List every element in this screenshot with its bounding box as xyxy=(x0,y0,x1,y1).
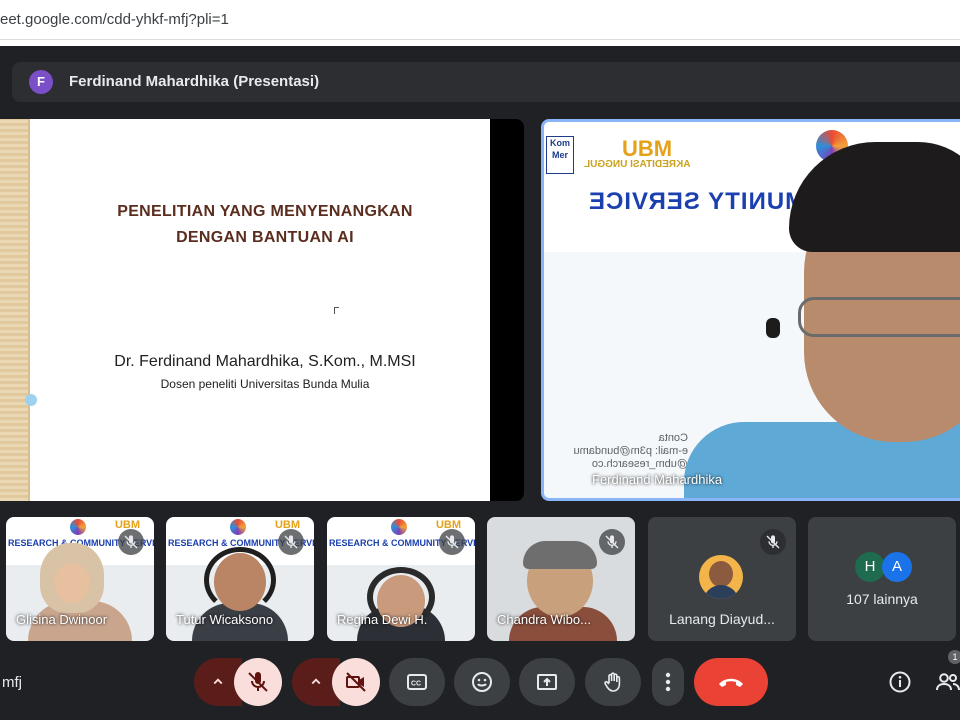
people-icon xyxy=(936,673,960,691)
present-button[interactable] xyxy=(519,658,575,706)
slide-author: Dr. Ferdinand Mahardhika, S.Kom., M.MSI xyxy=(114,353,416,370)
participant-face xyxy=(54,563,90,603)
mic-off-indicator xyxy=(118,529,144,555)
emoji-icon xyxy=(472,672,492,692)
participant-name: Regina Dewi H. xyxy=(337,612,428,627)
more-participants-label: 107 lainnya xyxy=(846,591,918,607)
mic-off-icon xyxy=(445,535,459,549)
participant-tile[interactable]: Chandra Wibo... xyxy=(487,517,635,641)
mic-off-indicator xyxy=(278,529,304,555)
participant-name: Chandra Wibo... xyxy=(497,612,591,627)
slide-affiliation: Dosen peneliti Universitas Bunda Mulia xyxy=(160,377,370,391)
speaker-glasses xyxy=(798,297,960,337)
present-screen-icon xyxy=(537,674,557,690)
participant-tile[interactable]: UBM RESEARCH & COMMUNITY SERVICE Tutur W… xyxy=(166,517,314,641)
browser-address-bar: eet.google.com/cdd-yhkf-mfj?pli=1 xyxy=(0,0,960,44)
people-button[interactable] xyxy=(935,670,960,699)
mic-off-indicator xyxy=(599,529,625,555)
mic-off-icon xyxy=(605,535,619,549)
camera-toggle-button[interactable] xyxy=(332,658,380,706)
raise-hand-button[interactable] xyxy=(585,658,641,706)
hand-icon xyxy=(604,672,621,692)
info-icon xyxy=(889,671,911,693)
participant-face xyxy=(214,553,266,611)
contact-line2: e-mail: p3m@bundamu xyxy=(573,445,689,457)
participant-name: Lanang Diayud... xyxy=(669,611,775,627)
more-vert-icon xyxy=(665,672,671,692)
speaker-video-tile[interactable]: Kom Mer UBM AKREDITASI UNGGUL MUNITY SER… xyxy=(541,119,960,501)
banner-flower-logo xyxy=(70,519,86,535)
videocam-off-icon xyxy=(346,672,366,692)
participant-tile[interactable]: UBM RESEARCH & COMMUNITY SERVICE Glisina… xyxy=(6,517,154,641)
mic-off-icon xyxy=(284,535,298,549)
speaker-name-label: Ferdinand Mahardhika xyxy=(592,472,723,487)
participant-name: Glisina Dwinoor xyxy=(16,612,108,627)
presenter-bar: F Ferdinand Mahardhika (Presentasi) xyxy=(12,62,960,102)
more-participants-tile[interactable]: H A 107 lainnya xyxy=(808,517,956,641)
mic-off-indicator xyxy=(439,529,465,555)
banner-akreditasi: AKREDITASI UNGGUL xyxy=(584,159,691,170)
participant-avatar-h: H xyxy=(855,552,885,582)
avatar-face xyxy=(709,561,733,587)
presentation-stage[interactable]: PENELITIAN YANG MENYENANGKAN DENGAN BANT… xyxy=(0,119,524,501)
leave-call-button[interactable] xyxy=(694,658,768,706)
divider xyxy=(0,40,960,46)
banner-flower-logo xyxy=(391,519,407,535)
svg-text:CC: CC xyxy=(411,681,421,688)
contact-line1: Conta xyxy=(658,432,688,444)
presenter-avatar: F xyxy=(29,70,53,94)
banner-service-text: MUNITY SERVICE xyxy=(588,188,806,215)
call-end-icon xyxy=(719,678,743,687)
slide-title-line2: DENGAN BANTUAN AI xyxy=(176,229,354,246)
banner-flower-logo xyxy=(230,519,246,535)
participant-name: Tutur Wicaksono xyxy=(176,612,274,627)
mic-off-icon xyxy=(124,535,138,549)
people-count-badge: 1 xyxy=(948,650,960,664)
mic-toggle-button[interactable] xyxy=(234,658,282,706)
meeting-controls: mfj CC xyxy=(0,648,960,720)
chevron-up-icon xyxy=(213,678,223,685)
meeting-code: mfj xyxy=(2,674,22,691)
speaker-headset xyxy=(766,318,780,338)
participant-tile[interactable]: UBM RESEARCH & COMMUNITY SERVICE Regina … xyxy=(327,517,475,641)
participant-hair xyxy=(523,541,597,569)
slide-side-texture xyxy=(0,119,30,501)
chevron-up-icon xyxy=(311,678,321,685)
slide-knob-decoration xyxy=(25,394,37,406)
url-field[interactable]: eet.google.com/cdd-yhkf-mfj?pli=1 xyxy=(0,0,960,40)
presenter-name: Ferdinand Mahardhika (Presentasi) xyxy=(69,73,320,90)
slide-title-line1: PENELITIAN YANG MENYENANGKAN xyxy=(117,203,413,220)
meeting-info-button[interactable] xyxy=(888,670,912,699)
reactions-button[interactable] xyxy=(454,658,510,706)
more-options-button[interactable] xyxy=(652,658,684,706)
slide-title: PENELITIAN YANG MENYENANGKAN DENGAN BANT… xyxy=(60,199,470,251)
mic-off-indicator xyxy=(760,529,786,555)
mic-off-icon xyxy=(766,535,780,549)
mic-off-icon xyxy=(248,672,268,692)
banner-kom-logo: Kom Mer xyxy=(546,136,574,174)
mouse-cursor-icon xyxy=(334,307,339,314)
participant-avatar xyxy=(699,555,743,599)
presentation-slide: PENELITIAN YANG MENYENANGKAN DENGAN BANT… xyxy=(0,119,490,501)
avatar-body xyxy=(703,585,739,599)
contact-line3: @ubm_research.co xyxy=(591,458,688,470)
captions-button[interactable]: CC xyxy=(389,658,445,706)
closed-caption-icon: CC xyxy=(407,674,427,690)
participant-tile[interactable]: Lanang Diayud... xyxy=(648,517,796,641)
participant-avatar-a: A xyxy=(882,552,912,582)
